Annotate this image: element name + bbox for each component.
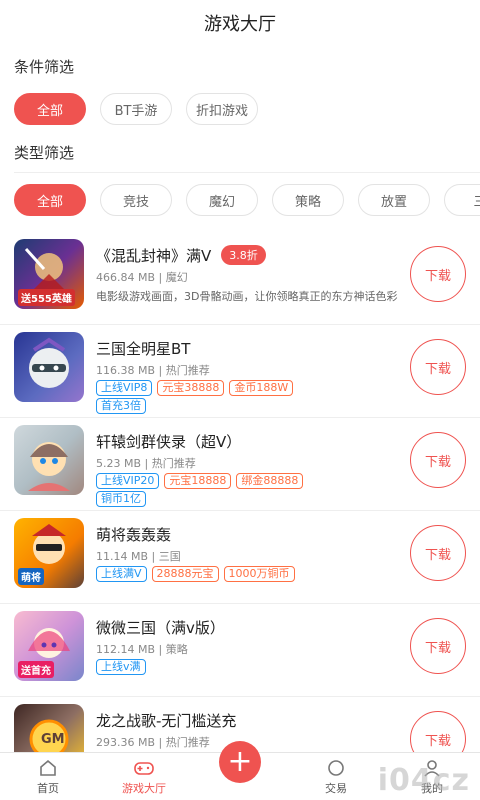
game-icon[interactable]: 送555英雄 [14, 239, 84, 309]
user-icon [424, 760, 440, 777]
chip-type-more[interactable]: 三 [444, 184, 480, 216]
game-info: 微微三国（满v版） 112.14 MB | 策略 上线v满 [96, 611, 396, 677]
game-size: 112.14 MB [96, 643, 156, 656]
tag: 元宝38888 [157, 380, 225, 396]
page-header: 游戏大厅 [0, 0, 480, 46]
game-icon[interactable] [14, 425, 84, 495]
chip-type-idle[interactable]: 放置 [358, 184, 430, 216]
tag: 元宝18888 [164, 473, 232, 489]
ninja-icon [29, 337, 69, 388]
game-name: 《混乱封神》满V [96, 246, 212, 265]
game-meta: 11.14 MB | 三国 [96, 550, 181, 563]
tag: 上线满V [96, 566, 147, 582]
chip-condition-bt[interactable]: BT手游 [100, 93, 172, 125]
game-item[interactable]: 轩辕剑群侠录（超V） 5.23 MB | 热门推荐 上线VIP20 元宝1888… [0, 418, 480, 511]
tab-label: 我的 [421, 782, 443, 795]
trade-icon [328, 760, 344, 776]
type-filter-title: 类型筛选 [14, 143, 75, 162]
game-info: 轩辕剑群侠录（超V） 5.23 MB | 热门推荐 上线VIP20 元宝1888… [96, 425, 396, 509]
icon-badge: 送555英雄 [18, 289, 75, 306]
game-category: 热门推荐 [151, 457, 196, 470]
game-size: 5.23 MB [96, 457, 142, 470]
game-size: 466.84 MB [96, 271, 156, 284]
discount-badge: 3.8折 [221, 245, 266, 265]
tag: 上线v满 [96, 659, 146, 675]
tag: 绑金88888 [236, 473, 304, 489]
chip-type-fantasy[interactable]: 魔幻 [186, 184, 258, 216]
download-button[interactable]: 下载 [410, 246, 466, 302]
download-button[interactable]: 下载 [410, 525, 466, 581]
download-button[interactable]: 下载 [410, 618, 466, 674]
game-icon[interactable] [14, 332, 84, 402]
download-button[interactable]: 下载 [410, 432, 466, 488]
game-tags: 上线v满 [96, 659, 326, 677]
game-tags: 上线满V 28888元宝 1000万铜币 [96, 566, 326, 584]
tag: 上线VIP20 [96, 473, 160, 489]
game-category: 三国 [158, 550, 181, 563]
game-size: 293.36 MB [96, 736, 156, 749]
game-name: 龙之战歌-无门槛送充 [96, 711, 237, 730]
tag: 金币188W [229, 380, 294, 396]
chip-type-all[interactable]: 全部 [14, 184, 86, 216]
tag: 铜币1亿 [96, 491, 146, 507]
game-meta: 116.38 MB | 热门推荐 [96, 364, 210, 377]
tab-home[interactable]: 首页 [0, 753, 96, 800]
game-item[interactable]: 送555英雄 《混乱封神》满V 3.8折 466.84 MB | 魔幻 电影级游… [0, 232, 480, 325]
game-category: 策略 [165, 643, 188, 656]
icon-badge: 送首充 [18, 661, 54, 678]
chip-condition-all[interactable]: 全部 [14, 93, 86, 125]
game-item[interactable]: 送首充 微微三国（满v版） 112.14 MB | 策略 上线v满 下载 [0, 604, 480, 697]
game-tags: 上线VIP8 元宝38888 金币188W 首充3倍 [96, 380, 326, 416]
add-button[interactable]: + [219, 741, 261, 783]
condition-filter-title: 条件筛选 [14, 57, 75, 76]
game-item[interactable]: 萌将 萌将轰轰轰 11.14 MB | 三国 上线满V 28888元宝 1000… [0, 511, 480, 604]
icon-badge: GM [41, 732, 65, 747]
game-meta: 5.23 MB | 热门推荐 [96, 457, 196, 470]
condition-chips: 全部 BT手游 折扣游戏 [0, 86, 480, 132]
game-size: 116.38 MB [96, 364, 156, 377]
tag: 1000万铜币 [223, 566, 295, 582]
download-button[interactable]: 下载 [410, 339, 466, 395]
tab-mine[interactable]: 我的 [384, 753, 480, 800]
game-name: 微微三国（满v版） [96, 618, 225, 637]
chip-condition-discount[interactable]: 折扣游戏 [186, 93, 258, 125]
game-tags: 上线VIP20 元宝18888 绑金88888 铜币1亿 [96, 473, 326, 509]
tab-game-hall[interactable]: 游戏大厅 [96, 753, 192, 800]
type-chips: 全部 竞技 魔幻 策略 放置 三 [0, 177, 480, 223]
icon-badge: 萌将 [18, 568, 44, 585]
game-category: 热门推荐 [165, 736, 210, 749]
game-name: 轩辕剑群侠录（超V） [96, 432, 242, 451]
game-info: 萌将轰轰轰 11.14 MB | 三国 上线满V 28888元宝 1000万铜币 [96, 518, 396, 584]
tab-label: 游戏大厅 [122, 782, 166, 795]
game-category: 热门推荐 [165, 364, 210, 377]
game-info: 三国全明星BT 116.38 MB | 热门推荐 上线VIP8 元宝38888 … [96, 332, 396, 416]
gamepad-icon [134, 762, 154, 775]
hero-girl-icon [28, 442, 70, 491]
game-icon[interactable]: 送首充 [14, 611, 84, 681]
game-meta: 466.84 MB | 魔幻 [96, 271, 188, 284]
game-name: 三国全明星BT [96, 339, 191, 358]
home-icon [40, 759, 56, 776]
game-icon[interactable]: 萌将 [14, 518, 84, 588]
tab-trade[interactable]: 交易 [288, 753, 384, 800]
game-item[interactable]: 三国全明星BT 116.38 MB | 热门推荐 上线VIP8 元宝38888 … [0, 325, 480, 418]
chip-type-strategy[interactable]: 策略 [272, 184, 344, 216]
game-meta: 112.14 MB | 策略 [96, 643, 188, 656]
game-list: 送555英雄 《混乱封神》满V 3.8折 466.84 MB | 魔幻 电影级游… [0, 232, 480, 790]
game-info: 《混乱封神》满V 3.8折 466.84 MB | 魔幻 电影级游戏画面，3D骨… [96, 239, 398, 304]
tag: 28888元宝 [151, 566, 219, 582]
tag: 上线VIP8 [96, 380, 153, 396]
game-desc: 电影级游戏画面，3D骨骼动画，让你领略真正的东方神话色彩 [96, 290, 398, 303]
divider [14, 172, 480, 173]
tab-label: 交易 [325, 782, 347, 795]
bottom-tab-bar: 首页 游戏大厅 交易 我的 + i04cz [0, 741, 480, 800]
chip-type-competitive[interactable]: 竞技 [100, 184, 172, 216]
game-name: 萌将轰轰轰 [96, 525, 172, 544]
tab-label: 首页 [37, 782, 59, 795]
game-category: 魔幻 [165, 271, 188, 284]
page-title: 游戏大厅 [204, 14, 276, 35]
game-size: 11.14 MB [96, 550, 149, 563]
tag: 首充3倍 [96, 398, 146, 414]
